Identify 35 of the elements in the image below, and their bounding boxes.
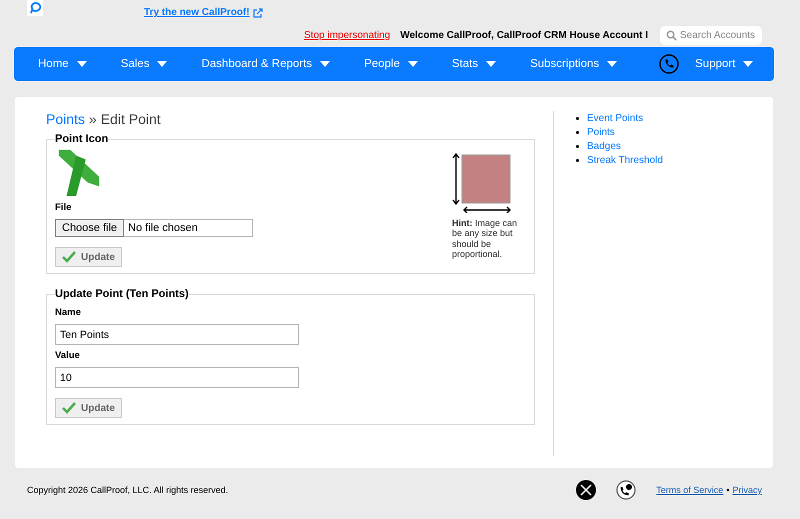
file-status: No file chosen xyxy=(128,222,198,234)
page-title: Edit Point xyxy=(100,111,161,127)
terms-link[interactable]: Terms of Service xyxy=(656,485,724,495)
nav-menu-item[interactable]: Home xyxy=(38,58,87,70)
sidebar-link[interactable]: Points xyxy=(587,126,615,138)
welcome-text: Welcome CallProof, CallProof CRM House Account I xyxy=(400,30,648,40)
link-separator: • xyxy=(726,485,730,495)
nav-menu-item[interactable]: Subscriptions xyxy=(530,58,618,70)
nav-menu-item[interactable]: People xyxy=(364,58,418,70)
sidebar-link[interactable]: Streak Threshold xyxy=(587,154,663,166)
copyright-text: Copyright 2026 CallProof, LLC. All rights reserved. xyxy=(27,485,228,495)
file-input[interactable]: Choose file No file chosen xyxy=(55,219,253,237)
nav-menu-item[interactable]: Sales xyxy=(120,58,168,70)
nav-menu-item[interactable]: Support xyxy=(695,58,754,70)
nav-menu-item[interactable]: Stats xyxy=(452,58,496,70)
hint-text: Hint: Image can be any size but should be proportional. xyxy=(452,218,518,260)
try-new-link[interactable]: Try the new CallProof! xyxy=(144,7,250,18)
search-field[interactable]: Search Accounts xyxy=(660,26,762,44)
section-legend: Update Point (Ten Points) xyxy=(55,288,189,300)
stop-impersonating-link[interactable]: Stop impersonating xyxy=(304,30,390,40)
input-field[interactable]: 10 xyxy=(55,367,299,388)
section-legend: Point Icon xyxy=(55,133,108,145)
field-label: Name xyxy=(55,307,82,318)
field-label: Value xyxy=(55,350,81,361)
update-button[interactable]: Update xyxy=(55,398,122,418)
sidebar-link[interactable]: Event Points xyxy=(587,112,644,124)
privacy-link[interactable]: Privacy xyxy=(732,485,762,495)
breadcrumb-link[interactable]: Points xyxy=(46,111,85,127)
update-button[interactable]: Update xyxy=(55,247,122,267)
input-field[interactable]: Ten Points xyxy=(55,324,299,345)
nav-menu-item[interactable]: Dashboard & Reports xyxy=(201,58,330,70)
choose-file-button[interactable]: Choose file xyxy=(55,218,124,236)
breadcrumb-separator: » xyxy=(88,111,97,127)
sidebar-link[interactable]: Badges xyxy=(587,140,621,152)
field-label: File xyxy=(55,202,72,213)
